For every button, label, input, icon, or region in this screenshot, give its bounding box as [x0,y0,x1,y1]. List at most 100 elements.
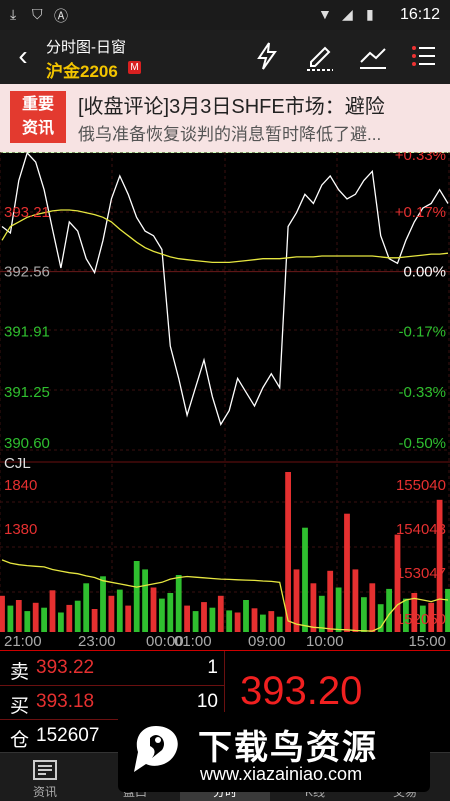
oi-label: 仓 [10,730,30,751]
percent-axis-label: -0.33% [398,384,446,401]
volume-bar [108,595,115,632]
percent-axis-label-top: +0.33% [395,152,446,164]
watermark-overlay: 下载鸟资源 www.xiazainiao.com [118,712,430,792]
volume-bar [58,612,64,632]
volume-bar [150,587,157,632]
volume-bar [49,590,56,632]
trend-line-icon [360,48,386,69]
watermark-title: 下载鸟资源 [198,729,378,767]
back-button[interactable]: ‹ [8,38,38,74]
volume-bar [32,602,39,632]
percent-axis-label: 0.00% [403,264,446,281]
contract-name[interactable]: 沪金2206 [46,57,118,82]
volume-bar [285,472,291,632]
bird-logo-icon [134,726,178,772]
tab-news-label: 资讯 [32,785,57,799]
chevron-left-icon: ‹ [18,40,28,71]
menu-list-icon [412,46,435,66]
news-badge: 重要 资讯 [10,91,66,143]
watermark-url: www.xiazainiao.com [200,764,363,784]
percent-axis-label: +0.17% [395,204,446,221]
volume-bar [7,605,14,632]
buy-label: 买 [10,696,30,717]
volume-bar [192,611,199,632]
menu-button[interactable] [406,40,440,72]
open-interest-axis-label: 153047 [396,565,446,582]
sell-label: 卖 [10,662,30,683]
volume-bar [142,569,148,632]
signal-icon: ◢ [342,6,353,22]
sell-row[interactable]: 卖 393.22 1 [0,651,224,686]
volume-bar [276,616,283,632]
price-axis-label: 393.21 [4,204,50,221]
volume-bar [260,614,266,632]
volume-bar [234,612,241,632]
lightning-icon [257,42,277,70]
volume-bar [100,576,106,632]
volume-bar [369,583,376,632]
volume-bar [302,527,308,632]
volume-axis-label: 1840 [4,477,37,494]
intraday-chart[interactable]: 393.21 392.56 391.91 391.25 390.60 +0.17% 0.00… [0,152,450,650]
sell-price: 393.22 [36,657,95,678]
buy-qty: 10 [196,691,218,712]
time-axis-label: 21:00 [4,633,42,650]
volume-bar [226,610,233,632]
volume-bar [201,602,207,632]
volume-bar [386,588,392,632]
price-axis-label: 390.60 [4,435,50,452]
volume-bar [116,589,123,632]
volume-bar [74,600,81,632]
news-headline[interactable]: [收盘评论]3月3日SHFE市场：避险 [78,90,385,119]
volume-bar [66,604,73,632]
volume-bar [167,593,174,632]
a-icon: Ⓐ [54,8,68,24]
volume-bar [327,570,334,632]
tab-news[interactable]: 资讯 [0,753,90,801]
volume-bar [335,587,342,632]
price-line [1,152,449,426]
volume-bar [318,595,325,632]
volume-bar [41,607,47,632]
status-time: 16:12 [399,6,440,23]
volume-bar [251,608,258,632]
time-axis-label: 23:00 [78,633,116,650]
price-axis-label: 391.91 [4,323,50,340]
lightning-button[interactable] [250,40,284,72]
time-axis-label: 01:00 [174,633,212,650]
volume-bar [209,607,216,632]
open-interest: 152607 [36,725,100,746]
volume-bar [24,611,31,632]
last-price: 393.20 [240,669,363,713]
volume-bar [15,600,22,632]
volume-axis-label: 1380 [4,521,37,538]
wifi-icon: ▼ [318,6,332,22]
volume-bar [159,598,165,632]
download-icon: ⤓ [10,6,17,22]
price-axis-label: 392.56 [4,264,50,281]
draw-pen-icon [307,46,333,71]
news-summary: 俄乌准备恢复谈判的消息暂时降低了避... [78,125,382,144]
volume-bar [83,583,90,632]
volume-bar [0,595,5,632]
volume-bar [91,609,98,632]
volume-label: CJL [4,455,31,472]
buy-price: 393.18 [36,691,95,712]
volume-bar [184,605,190,632]
news-icon [33,760,57,780]
volume-bar [310,583,317,632]
battery-icon: ▮ [366,6,374,22]
volume-bar [293,569,300,632]
volume-bar [361,597,367,632]
volume-bar [344,513,350,632]
sell-qty: 1 [207,657,218,678]
trend-line-button[interactable] [356,40,390,72]
draw-button[interactable] [303,40,337,72]
news-banner[interactable]: 重要 资讯 [收盘评论]3月3日SHFE市场：避险 俄乌准备恢复谈判的消息暂时降… [0,84,450,153]
news-badge-line2: 资讯 [21,120,54,137]
open-interest-axis-label: 154043 [396,521,446,538]
time-axis-label: 15:00 [408,633,446,650]
open-interest-axis-label: 152050 [396,611,446,628]
news-badge-line1: 重要 [21,96,54,113]
volume-bar [268,611,275,632]
